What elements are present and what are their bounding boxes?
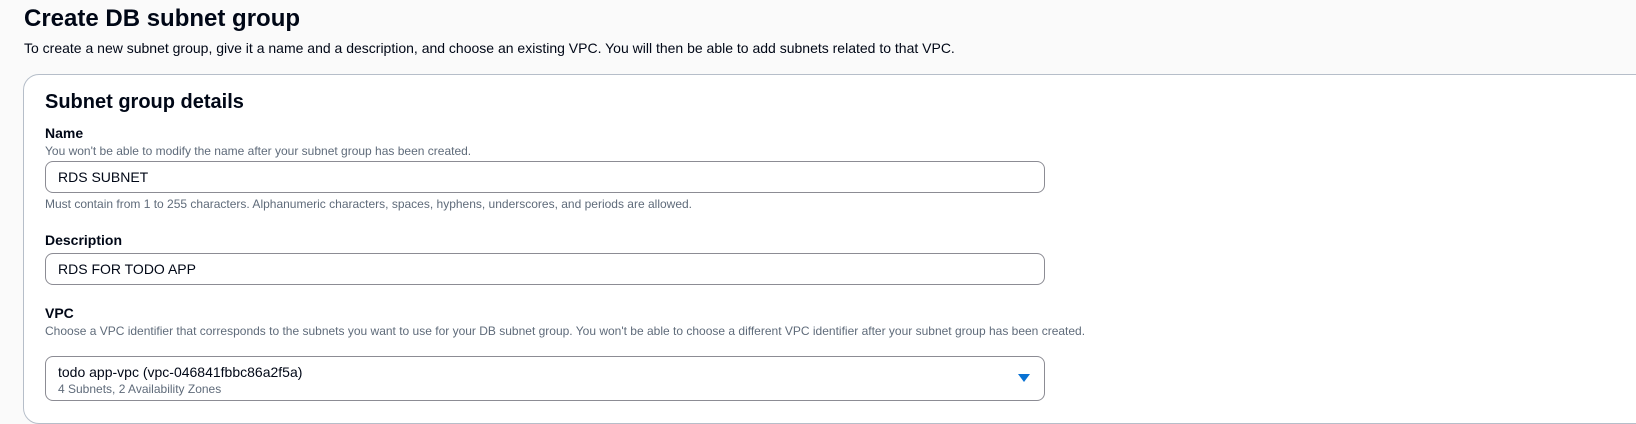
page-subtitle: To create a new subnet group, give it a … (24, 40, 955, 56)
panel-heading: Subnet group details (45, 91, 244, 113)
name-description: You won't be able to modify the name aft… (45, 144, 472, 158)
description-label: Description (45, 232, 123, 248)
subnet-group-details-panel: Subnet group details Name You won't be a… (23, 74, 1636, 424)
name-label: Name (45, 125, 84, 141)
page-title: Create DB subnet group (24, 5, 301, 32)
vpc-selected-value: todo app-vpc (vpc-046841fbbc86a2f5a) (58, 364, 303, 380)
name-constraint: Must contain from 1 to 255 characters. A… (45, 197, 693, 211)
name-input[interactable] (45, 161, 1045, 193)
vpc-label: VPC (45, 305, 74, 321)
description-input[interactable] (45, 253, 1045, 285)
vpc-selected-detail: 4 Subnets, 2 Availability Zones (58, 382, 222, 396)
vpc-description: Choose a VPC identifier that corresponds… (45, 324, 1086, 338)
vpc-select[interactable]: todo app-vpc (vpc-046841fbbc86a2f5a) 4 S… (45, 356, 1045, 401)
caret-down-icon[interactable] (1018, 374, 1030, 382)
